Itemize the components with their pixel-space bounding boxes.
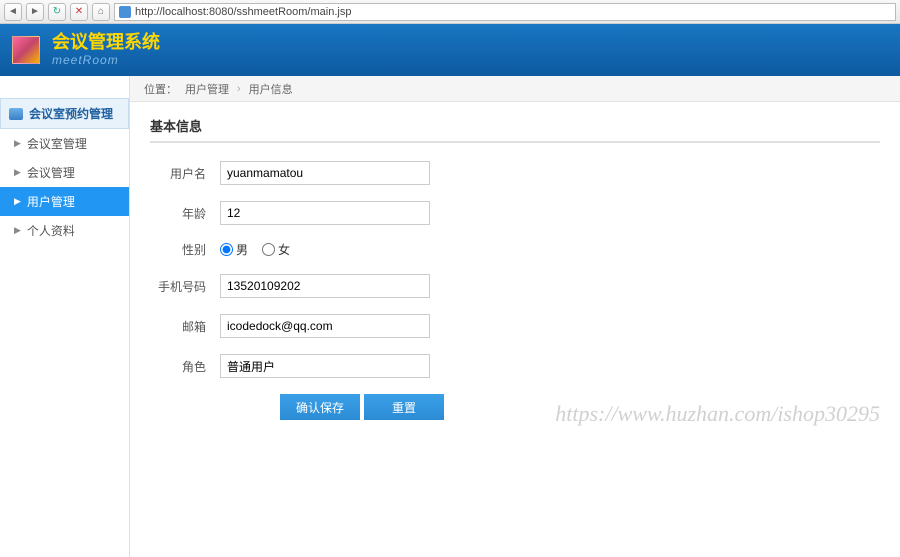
breadcrumb: 位置： 用户管理 › 用户信息 — [130, 76, 900, 102]
app-header: 会议管理系统 meetRoom — [0, 24, 900, 76]
forward-button[interactable]: ► — [26, 3, 44, 21]
breadcrumb-item: 用户信息 — [249, 81, 293, 97]
app-subtitle: meetRoom — [52, 53, 160, 67]
main-content: 位置： 用户管理 › 用户信息 基本信息 用户名 年龄 性别 男 — [130, 76, 900, 557]
sidebar: 会议室预约管理 ▶ 会议室管理 ▶ 会议管理 ▶ 用户管理 ▶ 个人资料 — [0, 76, 130, 557]
role-input[interactable] — [220, 354, 430, 378]
sidebar-item-room[interactable]: ▶ 会议室管理 — [0, 129, 129, 158]
chevron-right-icon: ▶ — [14, 225, 21, 236]
reset-button[interactable]: 重置 — [364, 394, 444, 420]
back-button[interactable]: ◄ — [4, 3, 22, 21]
phone-input[interactable] — [220, 274, 430, 298]
username-label: 用户名 — [150, 165, 206, 182]
chevron-right-icon: ▶ — [14, 196, 21, 207]
sidebar-group-label: 会议室预约管理 — [29, 105, 113, 122]
age-input[interactable] — [220, 201, 430, 225]
folder-icon — [9, 108, 23, 120]
breadcrumb-item[interactable]: 用户管理 — [185, 81, 229, 97]
save-button[interactable]: 确认保存 — [280, 394, 360, 420]
chevron-right-icon: ▶ — [14, 138, 21, 149]
gender-male-text: 男 — [236, 241, 248, 258]
page-icon — [119, 6, 131, 18]
gender-male-option[interactable]: 男 — [220, 241, 248, 258]
app-logo-icon — [12, 36, 40, 64]
app-title: 会议管理系统 — [52, 33, 160, 51]
home-button[interactable]: ⌂ — [92, 3, 110, 21]
reload-button[interactable]: ↻ — [48, 3, 66, 21]
stop-button[interactable]: ✕ — [70, 3, 88, 21]
sidebar-item-profile[interactable]: ▶ 个人资料 — [0, 216, 129, 245]
url-bar[interactable]: http://localhost:8080/sshmeetRoom/main.j… — [114, 3, 896, 21]
phone-label: 手机号码 — [150, 278, 206, 295]
breadcrumb-label: 位置： — [144, 81, 177, 97]
section-title: 基本信息 — [150, 116, 880, 143]
email-label: 邮箱 — [150, 318, 206, 335]
sidebar-item-label: 个人资料 — [27, 222, 75, 239]
sidebar-group-meeting[interactable]: 会议室预约管理 — [0, 98, 129, 129]
gender-male-radio[interactable] — [220, 243, 233, 256]
gender-female-text: 女 — [278, 241, 290, 258]
chevron-right-icon: ▶ — [14, 167, 21, 178]
username-input[interactable] — [220, 161, 430, 185]
email-input[interactable] — [220, 314, 430, 338]
browser-toolbar: ◄ ► ↻ ✕ ⌂ http://localhost:8080/sshmeetR… — [0, 0, 900, 24]
gender-female-option[interactable]: 女 — [262, 241, 290, 258]
sidebar-item-meeting[interactable]: ▶ 会议管理 — [0, 158, 129, 187]
breadcrumb-separator: › — [237, 83, 241, 95]
sidebar-item-user[interactable]: ▶ 用户管理 — [0, 187, 129, 216]
sidebar-item-label: 会议管理 — [27, 164, 75, 181]
gender-label: 性别 — [150, 241, 206, 258]
age-label: 年龄 — [150, 205, 206, 222]
sidebar-item-label: 用户管理 — [27, 193, 75, 210]
role-label: 角色 — [150, 358, 206, 375]
sidebar-item-label: 会议室管理 — [27, 135, 87, 152]
gender-female-radio[interactable] — [262, 243, 275, 256]
url-text: http://localhost:8080/sshmeetRoom/main.j… — [135, 6, 351, 18]
